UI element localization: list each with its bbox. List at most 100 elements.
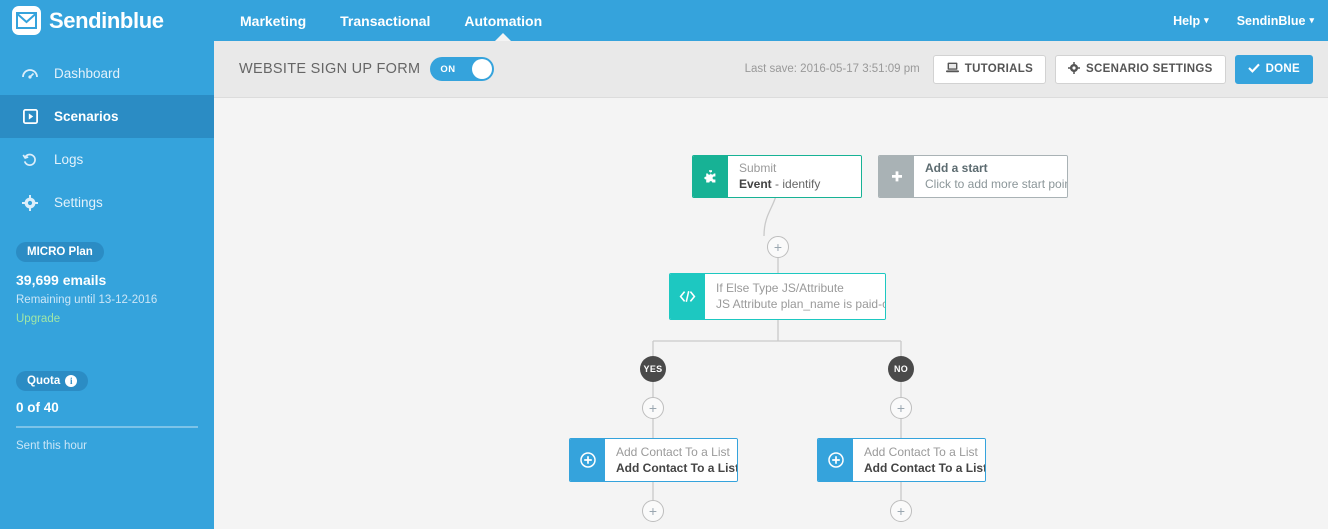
flow-node-add-contact-yes[interactable]: Add Contact To a List Add Contact To a L… (569, 438, 738, 482)
plan-block: MICRO Plan 39,699 emails Remaining until… (0, 224, 214, 325)
laptop-icon (945, 62, 959, 76)
puzzle-piece-icon (693, 156, 728, 197)
dashboard-icon (22, 66, 38, 82)
page-title: WEBSITE SIGN UP FORM (239, 61, 421, 77)
toggle-knob (472, 59, 493, 79)
flow-node-text: Add a start Click to add more start poin… (914, 156, 1067, 197)
quota-caption: Sent this hour (16, 440, 87, 452)
last-save-text: Last save: 2016-05-17 3:51:09 pm (744, 63, 920, 75)
plan-badge: MICRO Plan (16, 242, 104, 262)
brand-name: Sendinblue (49, 7, 164, 33)
scenario-canvas[interactable]: Submit Event - identify Add a start Clic… (214, 98, 1328, 529)
quota-badge-label: Quota (27, 375, 61, 387)
sidebar-item-label: Dashboard (54, 66, 121, 81)
flow-node-text: If Else Type JS/Attribute JS Attribute p… (705, 274, 885, 319)
branch-badge-label: NO (893, 364, 909, 374)
sidebar-item-logs[interactable]: Logs (0, 138, 214, 181)
flow-node-subtitle: Click to add more start points (925, 176, 1067, 192)
top-nav-tabs: Marketing Transactional Automation (214, 0, 1328, 41)
plan-remaining-text: Remaining until 13-12-2016 (16, 294, 158, 306)
chevron-down-icon: ▾ (1204, 15, 1209, 25)
branch-badge-no: NO (888, 356, 914, 382)
flow-node-title: Add Contact To a List (864, 444, 978, 459)
gear-icon (22, 194, 38, 211)
flow-node-text: Submit Event - identify (728, 156, 861, 197)
flow-node-title: Submit (739, 161, 777, 175)
branch-badge-yes: YES (640, 356, 666, 382)
flow-node-add-start[interactable]: Add a start Click to add more start poin… (878, 155, 1068, 198)
flow-node-title: Add a start (925, 161, 988, 175)
tab-automation[interactable]: Automation (464, 0, 542, 41)
flow-node-text: Add Contact To a List Add Contact To a L… (605, 439, 737, 481)
add-step-button[interactable]: + (642, 397, 664, 419)
plus-circle-icon (570, 439, 605, 481)
sidebar-item-label: Logs (54, 152, 84, 167)
flow-node-text: Add Contact To a List Add Contact To a L… (853, 439, 985, 481)
code-icon (670, 274, 705, 319)
flow-node-submit[interactable]: Submit Event - identify (692, 155, 862, 198)
flow-node-subtitle-rest: Click to add more start points (925, 177, 1067, 191)
scenario-settings-button[interactable]: SCENARIO SETTINGS (1055, 54, 1226, 84)
tab-label: Automation (464, 12, 543, 29)
tutorials-button[interactable]: TUTORIALS (932, 54, 1047, 84)
add-step-button[interactable]: + (642, 500, 664, 522)
check-icon (1247, 63, 1260, 76)
envelope-icon (12, 6, 41, 35)
flow-node-subtitle-rest: - identify (771, 177, 821, 191)
branch-badge-label: YES (643, 364, 663, 374)
sidebar-item-settings[interactable]: Settings (0, 181, 214, 224)
quota-badge: Quota i (16, 371, 89, 391)
tab-marketing[interactable]: Marketing (240, 0, 306, 41)
scenarios-icon (22, 109, 38, 125)
flow-node-subtitle: Event - identify (739, 176, 850, 192)
tab-transactional[interactable]: Transactional (340, 0, 430, 41)
flow-node-subtitle: JS Attribute plan_name is paid-client (716, 297, 885, 311)
add-step-button[interactable]: + (767, 236, 789, 258)
add-step-button[interactable]: + (890, 397, 912, 419)
plus-icon: + (648, 503, 658, 519)
logs-history-icon (22, 152, 38, 168)
done-label: DONE (1265, 63, 1300, 75)
flow-node-subtitle: Add Contact To a List - ... (616, 460, 737, 475)
chevron-down-icon: ▾ (1309, 15, 1314, 25)
tutorials-label: TUTORIALS (964, 63, 1034, 75)
flow-node-subtitle: Add Contact To a List - i... (864, 460, 985, 475)
add-step-button[interactable]: + (890, 500, 912, 522)
sidebar-item-scenarios[interactable]: Scenarios (0, 95, 214, 138)
sidebar-item-label: Scenarios (54, 109, 119, 124)
upgrade-link[interactable]: Upgrade (16, 313, 198, 325)
account-menu[interactable]: SendinBlue ▾ (1237, 14, 1314, 28)
gear-icon (1068, 61, 1081, 77)
sidebar-item-dashboard[interactable]: Dashboard (0, 52, 214, 95)
application-window: Sendinblue Dashboard Scenarios Logs Sett… (0, 0, 1328, 529)
flow-node-if-else[interactable]: If Else Type JS/Attribute JS Attribute p… (669, 273, 886, 320)
sidebar: Sendinblue Dashboard Scenarios Logs Sett… (0, 0, 214, 529)
plus-icon: + (648, 400, 658, 416)
help-menu[interactable]: Help ▾ (1173, 14, 1209, 28)
sidebar-nav: Dashboard Scenarios Logs Settings (0, 52, 214, 224)
top-nav-right: Help ▾ SendinBlue ▾ (1173, 0, 1314, 41)
flow-node-add-contact-no[interactable]: Add Contact To a List Add Contact To a L… (817, 438, 986, 482)
sidebar-item-label: Settings (54, 195, 103, 210)
plan-badge-label: MICRO Plan (27, 246, 93, 258)
plan-email-count: 39,699 emails (16, 272, 107, 288)
account-label: SendinBlue (1236, 13, 1306, 28)
info-icon[interactable]: i (65, 375, 78, 387)
scenario-active-toggle[interactable]: ON (430, 57, 495, 81)
tab-label: Marketing (240, 12, 307, 29)
flow-node-title: If Else Type JS/Attribute (716, 281, 844, 295)
quota-value: 0 of 40 (16, 400, 59, 415)
tab-label: Transactional (340, 12, 431, 29)
brand-logo[interactable]: Sendinblue (0, 0, 214, 41)
scenario-settings-label: SCENARIO SETTINGS (1086, 63, 1213, 75)
toggle-state-label: ON (440, 63, 456, 75)
quota-progress-bar (16, 426, 198, 428)
plus-icon: + (896, 400, 906, 416)
done-button[interactable]: DONE (1234, 54, 1313, 84)
plus-icon: + (896, 503, 906, 519)
scenario-subheader: WEBSITE SIGN UP FORM ON Last save: 2016-… (214, 41, 1328, 98)
plus-icon: + (773, 239, 783, 255)
quota-block: Quota i 0 of 40 Sent this hour (0, 325, 214, 452)
flow-node-subtitle-bold: Event (739, 177, 772, 191)
help-label: Help (1173, 13, 1201, 28)
